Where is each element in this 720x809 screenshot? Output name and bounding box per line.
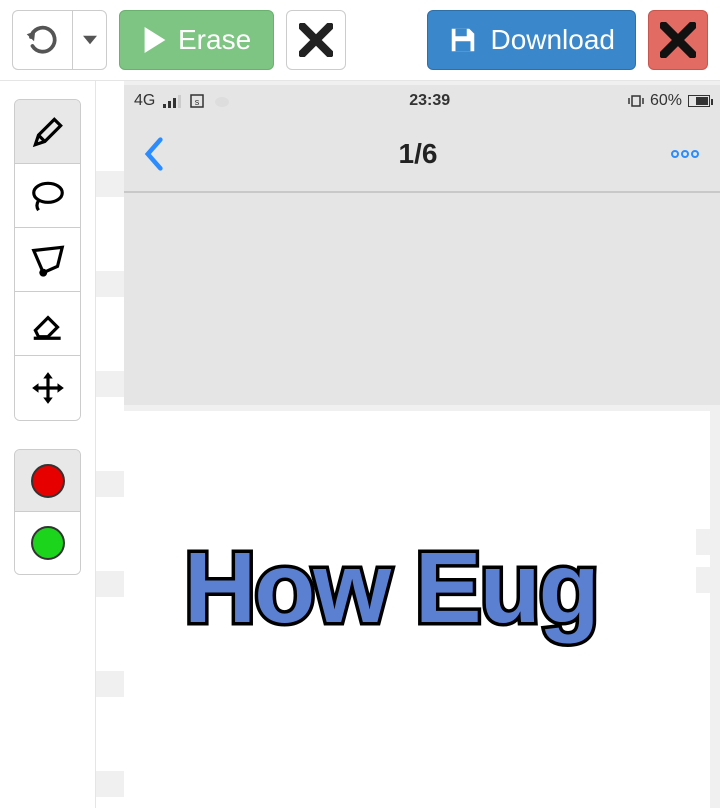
overlay-text: How Eug	[184, 531, 598, 646]
tool-group	[14, 99, 81, 421]
ruler-right	[696, 81, 720, 808]
eraser-tool[interactable]	[15, 292, 81, 356]
back-chevron-icon[interactable]	[144, 136, 166, 172]
marker-tool[interactable]	[15, 100, 81, 164]
undo-icon	[25, 22, 61, 58]
phone-nav-row: 1/6	[124, 117, 720, 193]
move-icon	[29, 369, 67, 407]
polygon-tool[interactable]	[15, 228, 81, 292]
undo-button[interactable]	[12, 10, 72, 70]
x-icon	[299, 23, 333, 57]
top-toolbar: Erase Download	[0, 0, 720, 81]
battery-pct: 60%	[650, 92, 682, 110]
erase-button[interactable]: Erase	[119, 10, 274, 70]
page-indicator: 1/6	[399, 138, 438, 170]
marker-icon	[29, 113, 67, 151]
main-area: 4G s 23:39 60% 1/6	[0, 81, 720, 808]
close-icon	[660, 22, 696, 58]
tool-sidebar	[0, 81, 96, 808]
vibrate-icon	[628, 94, 644, 108]
cancel-button[interactable]	[286, 10, 346, 70]
download-label: Download	[490, 24, 615, 56]
phone-body-gray	[124, 193, 720, 405]
signal-text: 4G	[134, 92, 155, 110]
caret-down-icon	[83, 33, 97, 47]
content-white: How Eug	[124, 411, 710, 808]
signal-bars-icon	[163, 94, 181, 108]
swatch-green[interactable]	[15, 512, 81, 574]
polygon-icon	[29, 241, 67, 279]
lasso-tool[interactable]	[15, 164, 81, 228]
undo-dropdown-button[interactable]	[72, 10, 107, 70]
cloud-icon	[213, 94, 231, 108]
status-time: 23:39	[409, 92, 450, 110]
save-icon	[448, 25, 478, 55]
eraser-icon	[29, 305, 67, 343]
ruler-left	[96, 81, 124, 808]
svg-text:s: s	[195, 97, 200, 107]
download-button[interactable]: Download	[427, 10, 636, 70]
sim-icon: s	[189, 93, 205, 109]
close-button[interactable]	[648, 10, 708, 70]
phone-status-bar: 4G s 23:39 60%	[124, 85, 720, 117]
swatch-group	[14, 449, 81, 575]
phone-screenshot: 4G s 23:39 60% 1/6	[124, 85, 720, 405]
undo-group	[12, 10, 107, 70]
lasso-icon	[29, 177, 67, 215]
green-circle-icon	[31, 526, 65, 560]
erase-label: Erase	[178, 24, 251, 56]
play-icon	[142, 27, 168, 53]
move-tool[interactable]	[15, 356, 81, 420]
canvas-area[interactable]: 4G s 23:39 60% 1/6	[96, 81, 720, 808]
swatch-red[interactable]	[15, 450, 81, 512]
red-circle-icon	[31, 464, 65, 498]
